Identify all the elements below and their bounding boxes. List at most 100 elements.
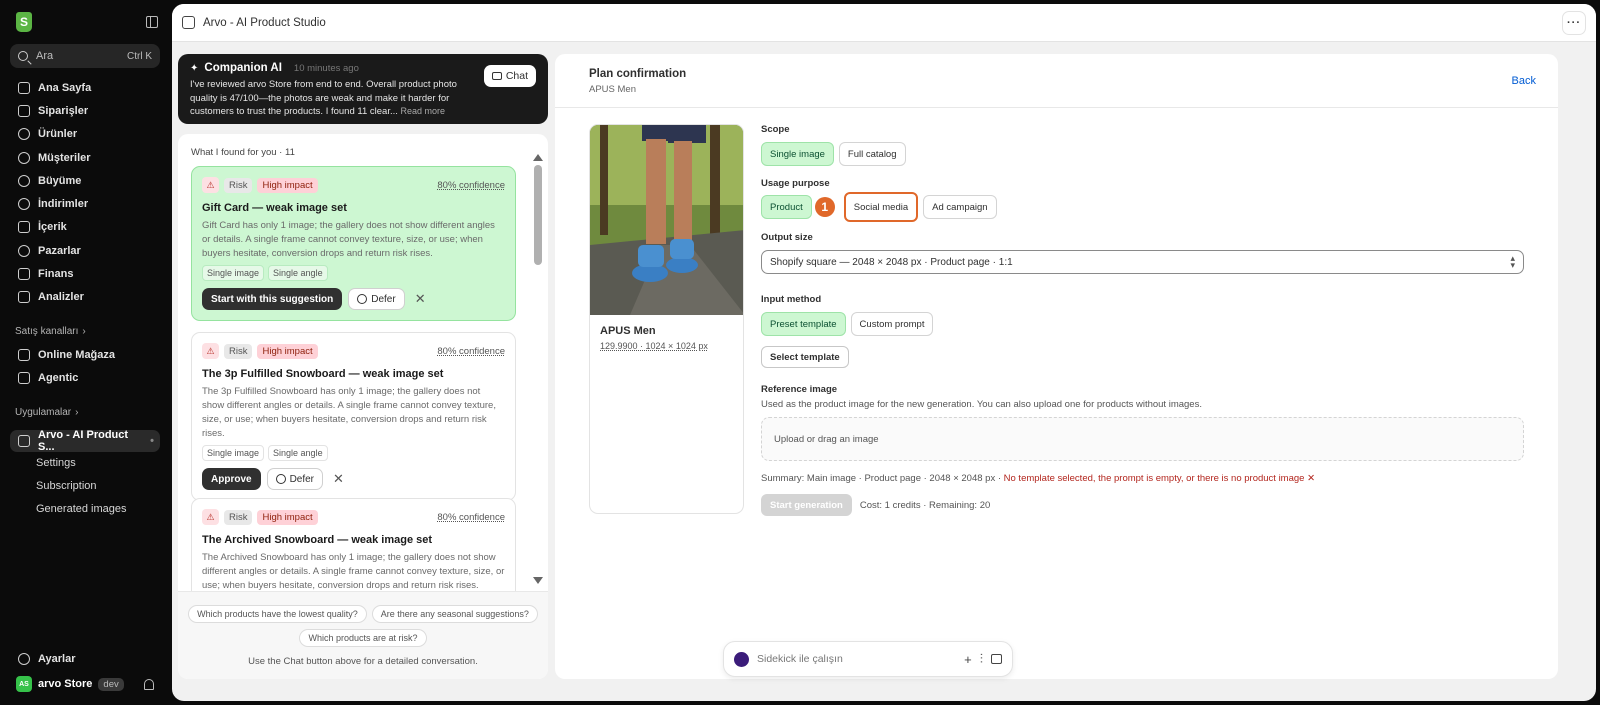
scroll-down-icon[interactable] [533, 577, 543, 584]
shopify-logo-icon[interactable]: S [16, 12, 32, 32]
risk-badge: Risk [224, 509, 253, 525]
suggestion-chip[interactable]: Are there any seasonal suggestions? [371, 605, 538, 623]
sales-channels-header[interactable]: Satış kanalları › [0, 321, 172, 343]
scrollbar[interactable] [532, 154, 544, 584]
finding-card[interactable]: ⚠ Risk High impact 80% confidence The 3p… [191, 332, 516, 501]
content-icon [18, 221, 30, 234]
confidence-label[interactable]: 80% confidence [437, 346, 505, 357]
nav-item-analytics[interactable]: Analizler [0, 286, 172, 309]
apps-header[interactable]: Uygulamalar › [0, 402, 172, 424]
card-chips: Single image Single angle [202, 445, 505, 461]
purpose-label: Usage purpose [761, 178, 830, 189]
subnav-generated-images[interactable]: Generated images [0, 498, 172, 521]
nav-item-orders[interactable]: Siparişler [0, 99, 172, 122]
nav-item-online-store[interactable]: Online Mağaza [0, 343, 172, 366]
subnav-subscription[interactable]: Subscription [0, 475, 172, 498]
app-title: Arvo - AI Product Studio [203, 16, 326, 29]
card-tags: ⚠ Risk High impact 80% confidence [202, 177, 505, 193]
sidebar-bottom: Ayarlar AS arvo Store dev [0, 647, 172, 705]
purpose-social-media-option[interactable]: Social media [843, 192, 919, 222]
findings-header: What I found for you · 11 [191, 147, 295, 158]
sidekick-input[interactable]: Sidekick ile çalışın + ⫶ [723, 641, 1013, 677]
nav-label: Ayarlar [38, 653, 76, 665]
search-input[interactable]: Ara Ctrl K [10, 44, 160, 68]
confidence-label[interactable]: 80% confidence [437, 180, 505, 191]
confidence-label[interactable]: 80% confidence [437, 512, 505, 523]
start-generation-button[interactable]: Start generation [761, 494, 852, 516]
plus-icon[interactable]: + [964, 652, 972, 667]
suggestion-chip[interactable]: Which products have the lowest quality? [188, 605, 367, 623]
card-actions: Start with this suggestion Defer ✕ [202, 288, 505, 310]
nav-item-content[interactable]: İçerik [0, 216, 172, 239]
target-icon [18, 174, 30, 187]
back-link[interactable]: Back [1512, 75, 1536, 87]
nav-label: İçerik [38, 221, 67, 234]
select-template-button[interactable]: Select template [761, 346, 849, 368]
store-icon [18, 348, 30, 361]
product-meta: 129.9900 · 1024 × 1024 px [600, 341, 708, 351]
dismiss-icon[interactable]: ✕ [415, 291, 426, 307]
dismiss-icon[interactable]: ✕ [333, 471, 344, 487]
chat-label: Chat [505, 70, 528, 82]
nav-item-customers[interactable]: Müşteriler [0, 146, 172, 169]
risk-badge: Risk [224, 343, 253, 359]
app-topbar: Arvo - AI Product Studio ··· [172, 4, 1596, 42]
pin-icon[interactable]: • [150, 435, 154, 447]
subnav-settings[interactable]: Settings [0, 452, 172, 475]
scroll-thumb[interactable] [534, 165, 542, 265]
voice-icon[interactable]: ⫶ [980, 651, 983, 667]
page-title: Plan confirmation [589, 68, 687, 80]
nav-label: Agentic [38, 371, 79, 384]
companion-panel: ✦ Companion AI 10 minutes ago I've revie… [178, 54, 548, 679]
nav-item-products[interactable]: Ürünler [0, 123, 172, 146]
bell-icon[interactable] [144, 678, 154, 690]
scope-full-catalog-option[interactable]: Full catalog [838, 142, 906, 166]
input-custom-prompt-option[interactable]: Custom prompt [850, 312, 934, 336]
nav-label: Online Mağaza [38, 348, 116, 361]
card-title: Gift Card — weak image set [202, 202, 347, 214]
plan-header: Plan confirmation APUS Men Back [555, 54, 1558, 108]
start-suggestion-button[interactable]: Start with this suggestion [202, 288, 343, 310]
finding-card[interactable]: ⚠ Risk High impact 80% confidence Gift C… [191, 166, 516, 321]
image-dropzone[interactable]: Upload or drag an image [761, 417, 1524, 461]
read-more-link[interactable]: Read more [401, 106, 446, 116]
more-actions-button[interactable]: ··· [1562, 10, 1586, 35]
output-size-select[interactable]: Shopify square — 2048 × 2048 px · Produc… [761, 250, 1524, 274]
page-subtitle: APUS Men [589, 84, 636, 95]
nav-item-home[interactable]: Ana Sayfa [0, 76, 172, 99]
scope-single-image-option[interactable]: Single image [761, 142, 834, 166]
search-shortcut: Ctrl K [127, 50, 152, 62]
suggestion-chip[interactable]: Which products are at risk? [299, 629, 427, 647]
defer-button[interactable]: Defer [266, 468, 324, 490]
scope-label: Scope [761, 124, 790, 135]
nav-item-discounts[interactable]: İndirimler [0, 192, 172, 215]
nav-label: Ana Sayfa [38, 81, 92, 94]
search-icon [18, 51, 28, 61]
input-preset-template-option[interactable]: Preset template [761, 312, 846, 336]
warning-icon: ⚠ [202, 177, 219, 193]
defer-button[interactable]: Defer [348, 288, 405, 310]
card-tags: ⚠ Risk High impact 80% confidence [202, 343, 505, 359]
panel-toggle-icon[interactable] [991, 654, 1002, 664]
purpose-ad-campaign-option[interactable]: Ad campaign [923, 195, 997, 219]
chat-button[interactable]: Chat [483, 65, 536, 87]
nav-label: Finans [38, 268, 74, 281]
purpose-product-option[interactable]: Product [761, 195, 812, 219]
nav-item-settings[interactable]: Ayarlar [0, 647, 172, 671]
output-size-label: Output size [761, 232, 813, 243]
nav-item-growth[interactable]: Büyüme [0, 169, 172, 192]
nav-item-markets[interactable]: Pazarlar [0, 239, 172, 262]
plan-form: Scope Single image Full catalog Usage pu… [761, 124, 1526, 516]
findings-list: What I found for you · 11 ⚠ Risk High im… [178, 134, 548, 679]
sidebar-toggle-icon[interactable] [146, 16, 158, 28]
step-marker: 1 [814, 197, 835, 217]
reference-image-help: Used as the product image for the new ge… [761, 399, 1202, 410]
chip: Single angle [268, 445, 328, 461]
store-switcher[interactable]: AS arvo Store dev [0, 671, 172, 697]
nav-item-arvo-app[interactable]: Arvo - AI Product S... • [10, 429, 160, 453]
approve-button[interactable]: Approve [202, 468, 261, 490]
scroll-up-icon[interactable] [533, 154, 543, 161]
nav-item-agentic[interactable]: Agentic [0, 366, 172, 389]
nav-item-finance[interactable]: Finans [0, 262, 172, 285]
suggestion-row: Which products have the lowest quality? … [178, 605, 548, 623]
